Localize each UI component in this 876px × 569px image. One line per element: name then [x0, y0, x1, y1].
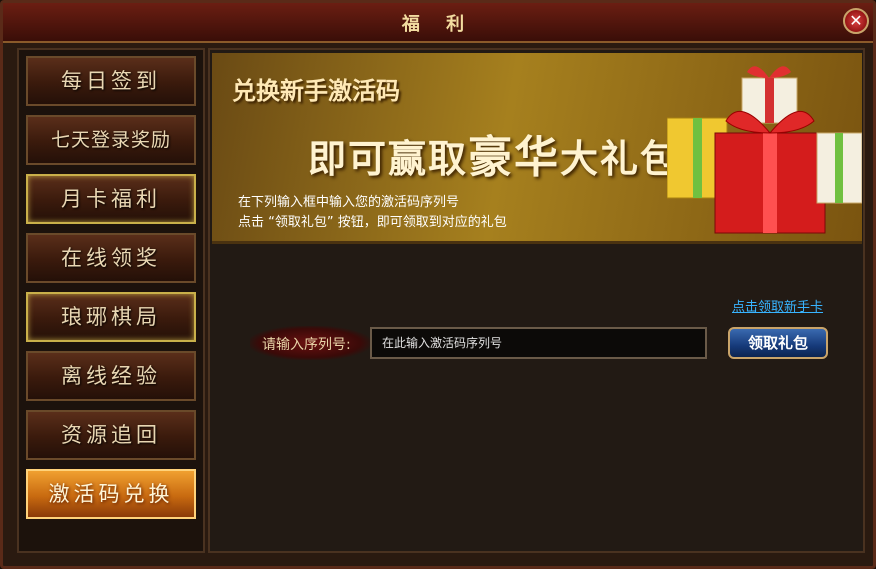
serial-label-bg: 请输入序列号:: [250, 326, 370, 360]
promo-banner: 兑换新手激活码 即可赢取豪华大礼包 在下列输入框中输入您的激活码序列号 点击 “…: [212, 53, 862, 244]
banner-instruction-1: 在下列输入框中输入您的激活码序列号: [238, 195, 460, 210]
sidebar-item-offline-exp[interactable]: 离线经验: [26, 351, 196, 401]
sidebar-item-langya-chess[interactable]: 琅琊棋局: [26, 292, 196, 342]
sidebar-item-resource-recovery[interactable]: 资源追回: [26, 410, 196, 460]
banner-instruction-2: 点击 “领取礼包” 按钮，即可领取到对应的礼包: [238, 215, 507, 230]
banner-subtitle: 即可赢取豪华大礼包: [308, 132, 681, 183]
window-title: 福 利: [401, 14, 475, 35]
sidebar-item-monthly-card[interactable]: 月卡福利: [26, 174, 196, 224]
get-newbie-card-link[interactable]: 点击领取新手卡: [732, 296, 823, 315]
gift-boxes-icon: [667, 66, 862, 234]
close-button[interactable]: ✕: [843, 8, 869, 34]
sidebar-item-seven-day-login[interactable]: 七天登录奖励: [26, 115, 196, 165]
sidebar-item-code-redeem[interactable]: 激活码兑换: [26, 469, 196, 519]
banner-title: 兑换新手激活码: [232, 77, 400, 105]
close-icon: ✕: [849, 11, 863, 30]
sidebar: 每日签到 七天登录奖励 月卡福利 在线领奖 琅琊棋局 离线经验 资源追回 激活码…: [17, 48, 205, 553]
main-panel: 兑换新手激活码 即可赢取豪华大礼包 在下列输入框中输入您的激活码序列号 点击 “…: [208, 48, 865, 553]
welfare-window: 福 利 ✕ 每日签到 七天登录奖励 月卡福利 在线领奖 琅琊棋局 离线经验 资源…: [0, 0, 876, 569]
claim-gift-button[interactable]: 领取礼包: [728, 327, 828, 359]
serial-label: 请输入序列号:: [262, 337, 351, 353]
sidebar-item-daily-signin[interactable]: 每日签到: [26, 56, 196, 106]
sidebar-item-online-reward[interactable]: 在线领奖: [26, 233, 196, 283]
title-bar: 福 利 ✕: [3, 3, 873, 43]
activation-code-input[interactable]: [370, 327, 707, 359]
